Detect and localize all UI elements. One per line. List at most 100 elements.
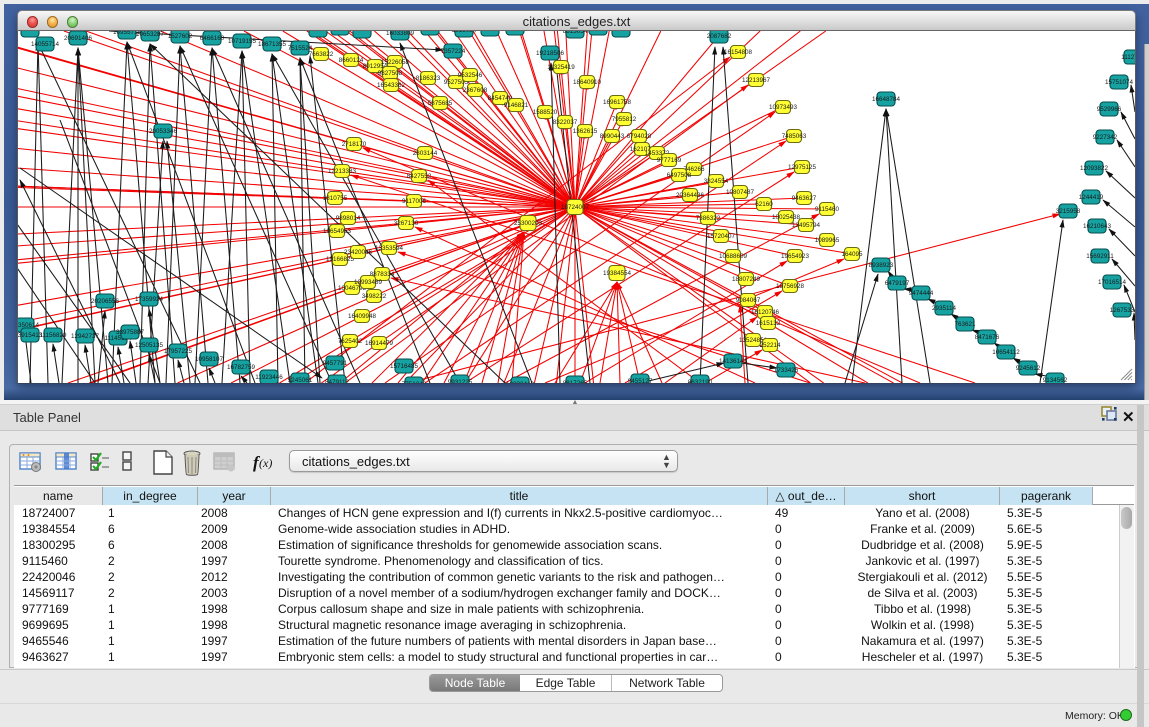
svg-text:11325419: 11325419	[547, 64, 575, 71]
svg-text:16210643: 16210643	[1083, 223, 1112, 230]
svg-text:14055714: 14055714	[31, 41, 60, 48]
svg-text:1733426: 1733426	[774, 367, 799, 374]
svg-text:6479197: 6479197	[885, 280, 910, 287]
svg-text:9827508: 9827508	[378, 70, 403, 77]
svg-text:8813054: 8813054	[452, 31, 477, 34]
svg-text:1615132: 1615132	[756, 320, 781, 327]
svg-text:252214: 252214	[759, 342, 781, 349]
svg-text:16961758: 16961758	[603, 99, 632, 106]
svg-text:19218506: 19218506	[536, 50, 565, 57]
svg-text:15692911: 15692911	[1086, 253, 1114, 260]
svg-text:15751074: 15751074	[1105, 79, 1134, 86]
svg-text:33975887: 33975887	[116, 329, 145, 336]
svg-text:9455127: 9455127	[628, 378, 653, 383]
svg-text:16543362: 16543362	[377, 82, 406, 89]
svg-text:16154808: 16154808	[724, 49, 753, 56]
svg-text:20364436: 20364436	[676, 192, 705, 199]
svg-text:6466160: 6466160	[200, 35, 225, 42]
svg-text:12975125: 12975125	[788, 164, 817, 171]
svg-text:10973493: 10973493	[769, 104, 798, 111]
svg-text:3267130: 3267130	[394, 220, 419, 227]
svg-text:2087682: 2087682	[707, 33, 732, 40]
svg-text:9245061: 9245061	[288, 377, 313, 383]
svg-text:3824554: 3824554	[704, 178, 729, 185]
svg-text:19654923: 19654923	[781, 253, 810, 260]
svg-text:7625402: 7625402	[338, 338, 363, 345]
svg-text:11923446: 11923446	[255, 374, 283, 381]
svg-text:(x): (x)	[259, 456, 272, 470]
svg-text:10807487: 10807487	[726, 189, 755, 196]
svg-text:16648784: 16648784	[872, 96, 901, 103]
svg-text:1527602: 1527602	[168, 33, 193, 40]
svg-text:16033809: 16033809	[386, 31, 415, 37]
svg-text:23420046: 23420046	[344, 249, 373, 256]
svg-text:7751246: 7751246	[402, 381, 427, 383]
svg-text:12505135: 12505135	[135, 342, 164, 349]
svg-text:19384554: 19384554	[603, 270, 632, 277]
svg-text:7386322: 7386322	[696, 215, 721, 222]
svg-text:16914479: 16914479	[365, 340, 394, 347]
svg-text:20206556: 20206556	[91, 298, 120, 305]
svg-text:19166825: 19166825	[326, 256, 355, 263]
svg-text:9474444: 9474444	[909, 290, 934, 297]
svg-text:18724007: 18724007	[561, 204, 590, 211]
svg-text:9463627: 9463627	[792, 195, 817, 202]
svg-text:1810755: 1810755	[323, 195, 348, 202]
svg-text:8817265: 8817265	[563, 380, 588, 383]
svg-text:12942737: 12942737	[71, 333, 100, 340]
svg-text:8813054: 8813054	[563, 31, 588, 35]
svg-text:10233448: 10233448	[506, 381, 535, 383]
svg-text:1244419: 1244419	[1079, 194, 1104, 201]
svg-text:19756928: 19756928	[776, 283, 805, 290]
svg-text:12213383: 12213383	[328, 168, 357, 175]
svg-text:1267533: 1267533	[1110, 307, 1135, 314]
svg-text:16782759: 16782759	[227, 364, 256, 371]
svg-text:9777169: 9777169	[657, 157, 682, 164]
svg-text:2367608: 2367608	[463, 87, 488, 94]
svg-text:9134562: 9134562	[1043, 377, 1068, 383]
svg-text:8632190: 8632190	[688, 379, 713, 383]
svg-text:15716485: 15716485	[390, 363, 419, 370]
svg-text:8186323: 8186323	[416, 75, 441, 82]
svg-text:9931225: 9931225	[448, 379, 473, 383]
svg-text:1089965: 1089965	[815, 237, 840, 244]
svg-text:8471676: 8471676	[975, 334, 1000, 341]
svg-text:10958107: 10958107	[195, 356, 224, 363]
svg-text:2803144: 2803144	[413, 150, 438, 157]
svg-text:18640910: 18640910	[573, 79, 602, 86]
svg-text:7357224: 7357224	[441, 48, 466, 55]
svg-text:9898014: 9898014	[336, 215, 361, 222]
svg-text:2718170: 2718170	[342, 141, 367, 148]
svg-text:8322037: 8322037	[553, 119, 578, 126]
svg-text:1588520: 1588520	[533, 109, 558, 116]
svg-text:9146821: 9146821	[504, 102, 529, 109]
svg-text:62160: 62160	[755, 201, 773, 208]
svg-text:15720407: 15720407	[707, 233, 736, 240]
svg-text:11156829: 11156829	[39, 332, 67, 339]
svg-text:9457791: 9457791	[323, 360, 348, 367]
svg-text:12213967: 12213967	[742, 77, 771, 84]
svg-text:15226058: 15226058	[381, 59, 410, 66]
svg-text:1362615: 1362615	[573, 128, 598, 135]
svg-text:3498222: 3498222	[362, 293, 387, 300]
svg-text:17016514: 17016514	[1098, 279, 1127, 286]
svg-text:10654112: 10654112	[992, 349, 1020, 356]
svg-text:9227342: 9227342	[1093, 134, 1118, 141]
svg-text:8660124: 8660124	[339, 57, 364, 64]
svg-text:6794028: 6794028	[627, 133, 652, 140]
svg-text:6497508: 6497508	[667, 172, 692, 179]
svg-text:763621: 763621	[954, 321, 976, 328]
svg-text:19654953: 19654953	[323, 228, 352, 235]
svg-text:9532546: 9532546	[458, 72, 483, 79]
svg-text:1112744: 1112744	[1121, 54, 1135, 61]
svg-text:3215958: 3215958	[1056, 208, 1081, 215]
svg-text:10025438: 10025438	[772, 214, 801, 221]
svg-text:10993489: 10993489	[354, 279, 383, 286]
svg-text:16120746: 16120746	[751, 309, 780, 316]
svg-text:7663822: 7663822	[309, 51, 334, 58]
svg-text:9084067: 9084067	[736, 297, 761, 304]
svg-text:25300203: 25300203	[514, 220, 543, 227]
svg-text:13495794: 13495794	[792, 222, 821, 229]
svg-text:7955812: 7955812	[612, 116, 637, 123]
svg-text:18671355: 18671355	[258, 41, 287, 48]
